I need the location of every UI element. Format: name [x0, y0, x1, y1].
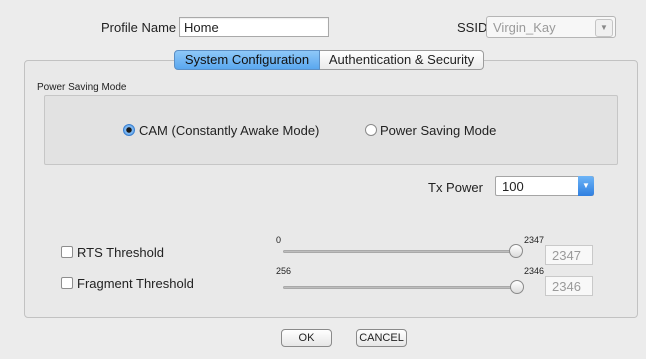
tab-system-configuration-label: System Configuration	[184, 52, 310, 67]
profile-name-label: Profile Name	[101, 20, 177, 35]
ssid-select[interactable]: Virgin_Kay ▼	[486, 16, 616, 38]
tab-authentication-security-label: Authentication & Security	[328, 52, 475, 67]
rts-threshold-value: 2347	[552, 248, 581, 263]
rts-max-label: 2347	[524, 235, 545, 245]
chevron-down-icon: ▼	[595, 19, 613, 37]
ssid-value: Virgin_Kay	[493, 20, 556, 35]
chevron-down-icon: ▼	[578, 176, 594, 196]
fragment-threshold-checkbox[interactable]	[61, 277, 73, 289]
rts-min-label: 0	[276, 235, 282, 245]
profile-name-value: Home	[184, 20, 219, 35]
tx-power-select[interactable]: 100 ▼	[495, 176, 594, 196]
fragment-threshold-value: 2346	[552, 279, 581, 294]
fragment-max-label: 2346	[524, 266, 545, 276]
tab-system-configuration[interactable]: System Configuration	[174, 50, 320, 70]
fragment-min-label: 256	[276, 266, 292, 276]
cancel-button-label: CANCEL	[359, 332, 404, 344]
rts-slider-track[interactable]	[283, 250, 519, 253]
radio-power-saving[interactable]	[365, 124, 377, 136]
tx-power-value: 100	[502, 179, 524, 194]
radio-cam-label[interactable]: CAM (Constantly Awake Mode)	[139, 123, 319, 138]
radio-power-saving-label[interactable]: Power Saving Mode	[380, 123, 496, 138]
fragment-slider-track[interactable]	[283, 286, 519, 289]
power-saving-group-label: Power Saving Mode	[37, 82, 127, 93]
cancel-button[interactable]: CANCEL	[356, 329, 407, 347]
rts-threshold-checkbox[interactable]	[61, 246, 73, 258]
ok-button[interactable]: OK	[281, 329, 332, 347]
ok-button-label: OK	[298, 332, 315, 344]
fragment-threshold-input[interactable]: 2346	[545, 276, 593, 296]
rts-threshold-label[interactable]: RTS Threshold	[77, 245, 164, 260]
fragment-slider-handle[interactable]	[510, 280, 524, 294]
rts-threshold-input[interactable]: 2347	[545, 245, 593, 265]
tx-power-label: Tx Power	[428, 180, 483, 195]
profile-name-input[interactable]: Home	[179, 17, 329, 37]
fragment-threshold-label[interactable]: Fragment Threshold	[77, 276, 194, 291]
tab-authentication-security[interactable]: Authentication & Security	[320, 50, 484, 70]
ssid-label: SSID	[457, 20, 488, 35]
rts-slider-handle[interactable]	[509, 244, 523, 258]
radio-cam[interactable]	[123, 124, 135, 136]
